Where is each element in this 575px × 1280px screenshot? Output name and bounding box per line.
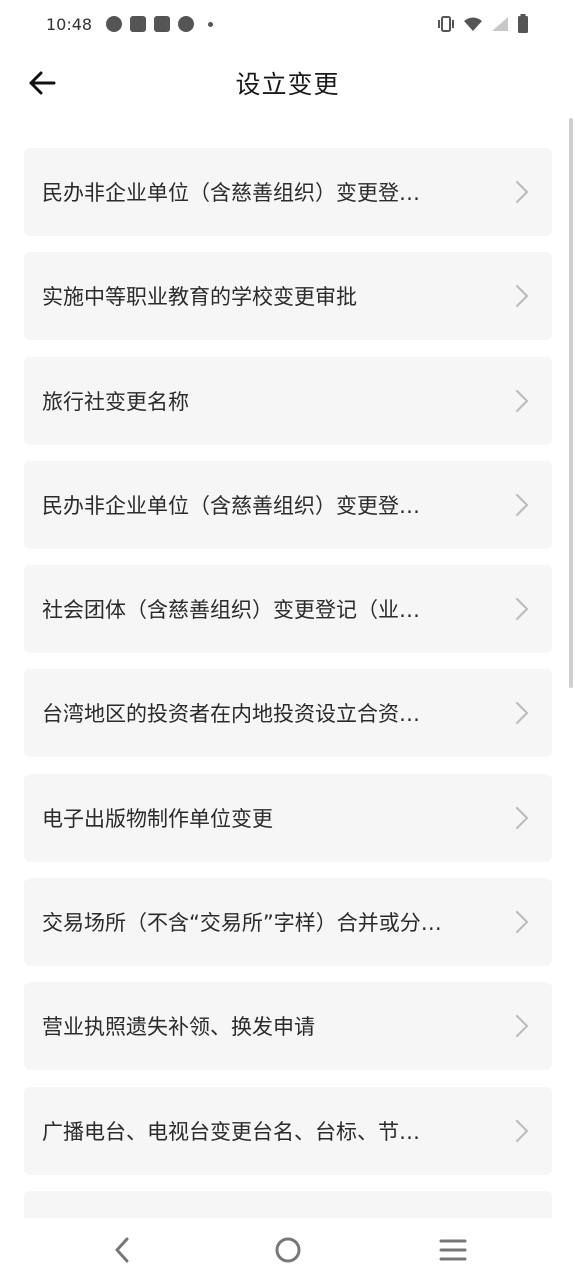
chevron-right-icon	[515, 493, 529, 516]
list-item-label: 电子出版物制作单位变更	[42, 806, 273, 831]
page-title: 设立变更	[235, 70, 340, 99]
chevron-right-icon	[515, 285, 529, 308]
nav-menu-icon	[439, 1239, 467, 1261]
vibrate-icon	[438, 16, 454, 32]
chevron-right-icon	[515, 702, 529, 725]
chevron-right-icon	[515, 389, 529, 412]
status-bar: 10:48	[0, 0, 575, 48]
chevron-right-icon	[515, 910, 529, 934]
list-item[interactable]: 民办非企业单位（含慈善组织）变更登…	[24, 148, 552, 236]
mail-icon	[130, 16, 147, 32]
list-item[interactable]: 旅行社变更名称	[24, 356, 552, 445]
nav-home-button[interactable]	[270, 1232, 306, 1268]
list-item[interactable]: 广播电台、电视台变更台名、台标、节…	[24, 1086, 552, 1175]
chevron-right-icon	[515, 1119, 529, 1142]
nav-home-icon	[275, 1237, 301, 1263]
list-item[interactable]: 台湾地区的投资者在内地投资设立合资…	[24, 669, 552, 758]
chevron-right-icon	[515, 598, 529, 621]
scrollbar[interactable]	[569, 118, 573, 688]
chevron-right-icon	[515, 1015, 529, 1038]
list-item[interactable]	[24, 1190, 552, 1218]
chevron-right-icon	[515, 806, 529, 829]
mail-icon	[154, 16, 171, 32]
shield-icon	[178, 16, 195, 32]
list-item-label: 民办非企业单位（含慈善组织）变更登…	[42, 181, 420, 205]
list-item-label: 广播电台、电视台变更台名、台标、节…	[42, 1119, 420, 1144]
status-bar-right	[437, 14, 529, 34]
nav-back-button[interactable]	[104, 1232, 140, 1268]
status-time: 10:48	[46, 14, 93, 34]
list-item[interactable]: 电子出版物制作单位变更	[24, 773, 552, 862]
list-item-label: 台湾地区的投资者在内地投资设立合资…	[42, 702, 420, 727]
list-item[interactable]: 民办非企业单位（含慈善组织）变更登…	[24, 460, 552, 549]
nav-menu-button[interactable]	[435, 1232, 471, 1268]
item-list[interactable]: 民办非企业单位（含慈善组织）变更登… 实施中等职业教育的学校变更审批 旅行社变更…	[24, 148, 552, 1218]
list-item-label: 营业执照遗失补领、换发申请	[42, 1015, 315, 1040]
status-bar-left: 10:48	[46, 14, 214, 34]
signal-icon	[492, 17, 508, 31]
list-item-label: 旅行社变更名称	[42, 389, 189, 414]
list-item[interactable]: 实施中等职业教育的学校变更审批	[24, 252, 552, 341]
battery-icon	[518, 14, 528, 33]
dot-icon	[208, 21, 214, 27]
list-item-label: 民办非企业单位（含慈善组织）变更登…	[42, 493, 420, 518]
speedometer-icon	[106, 16, 123, 32]
list-item[interactable]: 社会团体（含慈善组织）变更登记（业…	[24, 565, 552, 654]
arrow-left-icon	[29, 71, 56, 95]
app-bar: 设立变更	[0, 48, 575, 118]
list-item[interactable]: 营业执照遗失补领、换发申请	[24, 982, 552, 1071]
system-nav-bar	[0, 1218, 575, 1280]
wifi-icon	[464, 17, 482, 31]
chevron-right-icon	[515, 180, 529, 204]
back-button[interactable]	[24, 65, 60, 101]
list-item-label: 交易场所（不含“交易所”字样）合并或分…	[42, 911, 442, 936]
list-item-label: 实施中等职业教育的学校变更审批	[42, 285, 357, 310]
list-item-label: 社会团体（含慈善组织）变更登记（业…	[42, 598, 420, 623]
list-item[interactable]: 交易场所（不含“交易所”字样）合并或分…	[24, 878, 552, 967]
nav-back-icon	[115, 1237, 129, 1263]
